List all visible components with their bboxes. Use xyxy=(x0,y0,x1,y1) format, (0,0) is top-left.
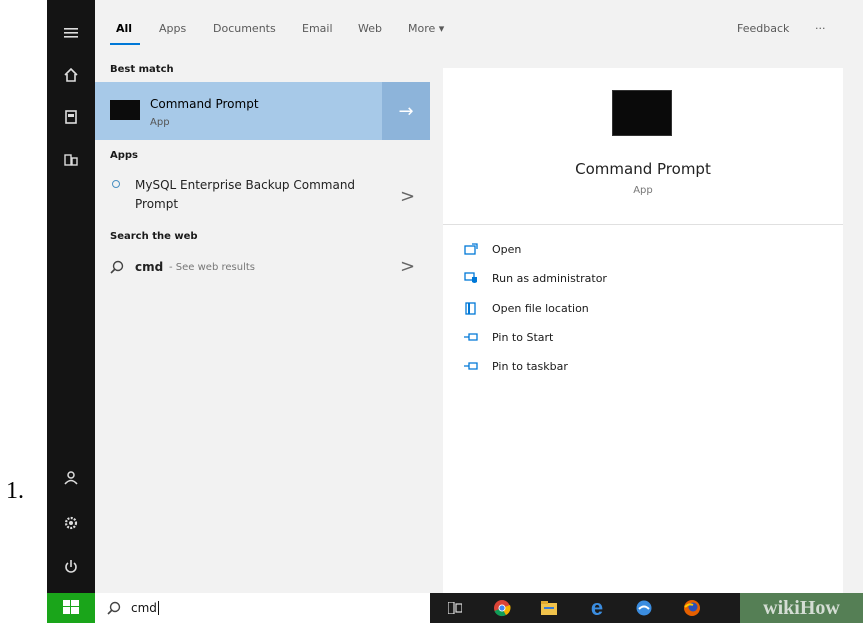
command-prompt-large-icon xyxy=(612,90,672,136)
best-match-subtitle: App xyxy=(150,117,170,128)
search-icon xyxy=(107,601,121,615)
filter-tabs: All Apps Documents Email Web More ▾ Feed… xyxy=(95,0,863,55)
search-icon xyxy=(110,259,124,278)
chrome-icon[interactable] xyxy=(491,596,513,620)
search-web-header: Search the web xyxy=(110,231,198,242)
settings-gear-icon[interactable] xyxy=(47,508,95,538)
app-result-title-line1: MySQL Enterprise Backup Command xyxy=(135,178,356,192)
step-number: 1. xyxy=(6,478,24,504)
apps-header: Apps xyxy=(110,150,139,161)
power-icon[interactable] xyxy=(47,552,95,582)
wikihow-watermark: wikiHow xyxy=(740,593,863,623)
action-open[interactable]: Open xyxy=(462,240,521,258)
action-run-as-admin[interactable]: Run as administrator xyxy=(462,269,607,287)
feedback-link[interactable]: Feedback xyxy=(737,22,789,35)
hamburger-menu-icon[interactable] xyxy=(47,18,95,48)
preview-subtitle: App xyxy=(633,185,653,196)
mysql-app-icon xyxy=(112,180,120,188)
start-menu-rail xyxy=(47,0,95,593)
app-result-item[interactable]: MySQL Enterprise Backup Command Prompt > xyxy=(95,170,430,218)
action-pin-to-taskbar[interactable]: Pin to taskbar xyxy=(462,357,568,375)
pin-icon xyxy=(462,359,480,373)
action-open-file-location[interactable]: Open file location xyxy=(462,299,589,317)
tab-apps[interactable]: Apps xyxy=(159,22,186,35)
file-explorer-icon[interactable] xyxy=(538,596,560,620)
search-input[interactable]: cmd xyxy=(131,601,157,615)
chevron-right-icon: > xyxy=(400,256,416,277)
user-icon[interactable] xyxy=(47,463,95,493)
documents-icon[interactable] xyxy=(47,102,95,132)
tab-more[interactable]: More ▾ xyxy=(408,22,444,35)
more-options-icon[interactable]: ··· xyxy=(815,22,826,35)
web-hint: - See web results xyxy=(169,262,255,273)
action-pin-to-start[interactable]: Pin to Start xyxy=(462,328,553,346)
preview-title: Command Prompt xyxy=(575,160,711,178)
preview-divider xyxy=(443,224,843,225)
folder-icon xyxy=(462,301,480,315)
best-match-title: Command Prompt xyxy=(150,97,259,111)
text-cursor xyxy=(157,601,159,615)
firefox-icon[interactable] xyxy=(681,596,703,620)
web-query: cmd xyxy=(135,260,164,274)
home-icon[interactable] xyxy=(47,60,95,90)
tab-all[interactable]: All xyxy=(116,22,132,35)
open-preview-arrow-icon[interactable]: → xyxy=(382,82,430,140)
store-icon[interactable] xyxy=(633,596,655,620)
shield-icon xyxy=(462,271,480,285)
open-icon xyxy=(462,242,480,256)
command-prompt-icon xyxy=(110,100,140,120)
task-view-icon[interactable] xyxy=(444,596,466,620)
tab-documents[interactable]: Documents xyxy=(213,22,276,35)
tab-email[interactable]: Email xyxy=(302,22,333,35)
web-result-item[interactable]: cmd - See web results > xyxy=(95,253,430,283)
apps-icon[interactable] xyxy=(47,145,95,175)
taskbar-search-box[interactable]: cmd xyxy=(95,593,430,623)
edge-icon[interactable]: e xyxy=(586,595,608,620)
active-tab-underline xyxy=(110,43,140,45)
tab-web[interactable]: Web xyxy=(358,22,382,35)
pin-icon xyxy=(462,330,480,344)
windows-logo-icon xyxy=(63,599,79,618)
best-match-header: Best match xyxy=(110,64,174,75)
start-button[interactable] xyxy=(47,593,95,623)
chevron-right-icon: > xyxy=(400,186,416,207)
app-result-title-line2: Prompt xyxy=(135,197,179,211)
